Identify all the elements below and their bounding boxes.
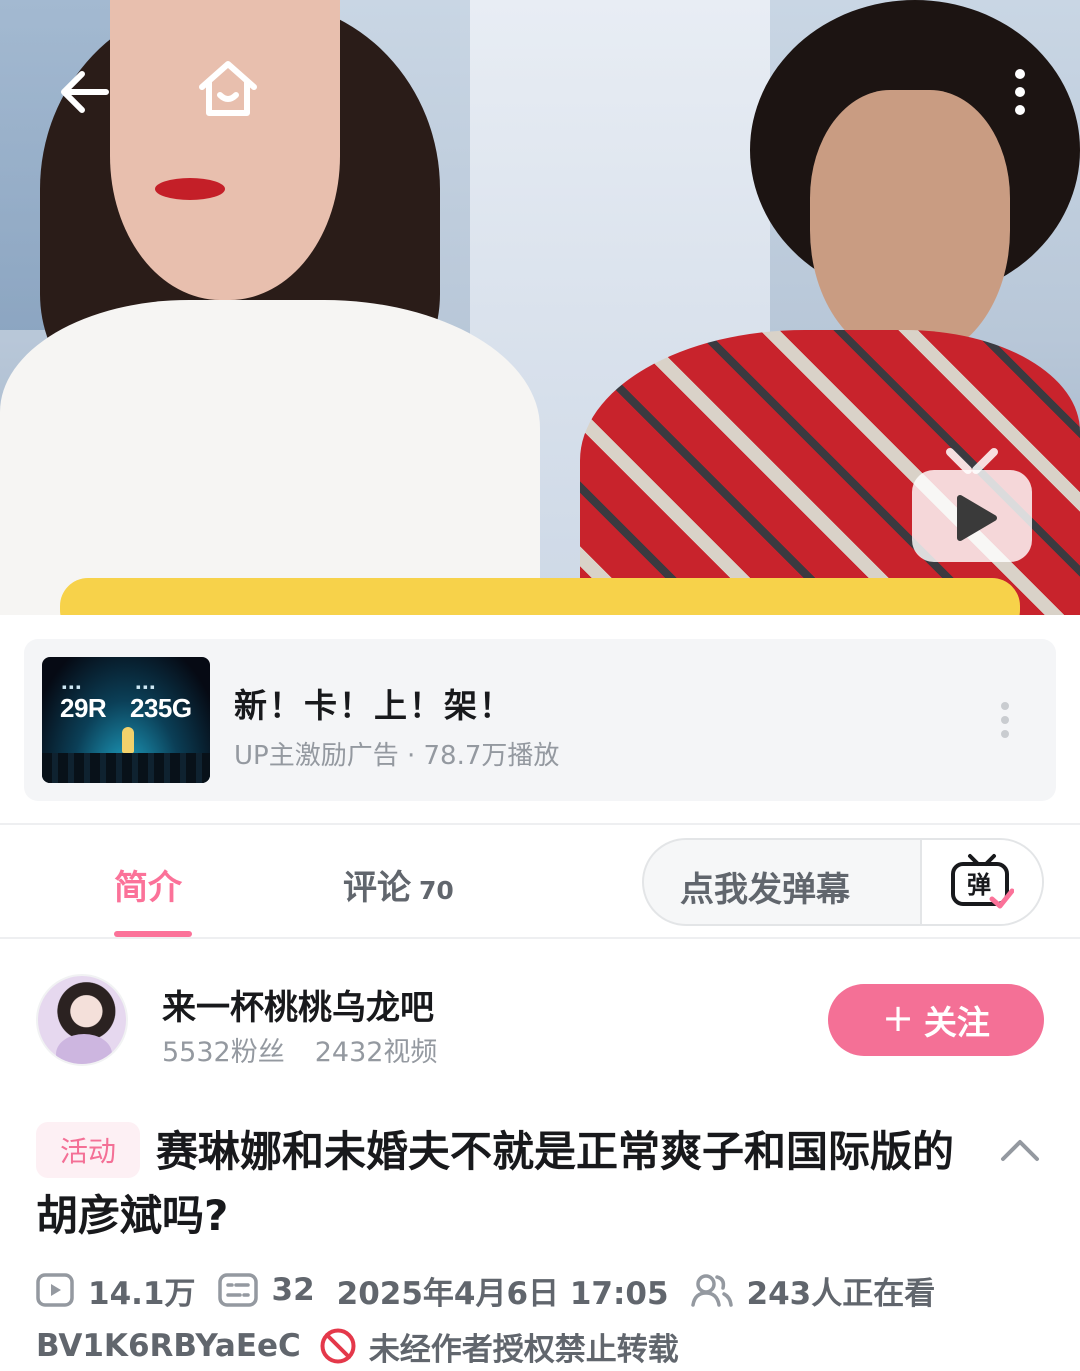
video-bvid[interactable]: BV1K6RBYaEeC xyxy=(36,1328,301,1364)
danmaku-toggle-glyph: 弹 xyxy=(967,871,991,899)
video-frame-person-left-face xyxy=(110,0,340,300)
ad-more-icon[interactable] xyxy=(992,699,1018,741)
tab-comments-count: 70 xyxy=(419,876,454,905)
ad-thumbnail: ▪ ▪ ▪ ▪ ▪ ▪ 29R 235G xyxy=(42,657,210,783)
video-frame-caption-bar xyxy=(60,578,1020,615)
uploader-avatar-figure xyxy=(56,1034,112,1064)
play-badge-icon[interactable] xyxy=(910,448,1034,564)
plus-icon: + xyxy=(882,996,914,1040)
video-id-row: BV1K6RBYaEeC 未经作者授权禁止转载 xyxy=(36,1324,679,1368)
follow-button[interactable]: + 关注 xyxy=(828,984,1044,1056)
view-count: 14.1万 xyxy=(36,1268,196,1313)
uploader-fans: 5532粉丝 xyxy=(162,1037,285,1068)
watching-count: 243人正在看 xyxy=(690,1268,936,1313)
publish-date-value: 2025年4月6日 17:05 xyxy=(336,1275,669,1312)
ad-title: 新！卡！上！架！ xyxy=(234,686,514,725)
video-title: 赛琳娜和未婚夫不就是正常爽子和国际版的胡彦斌吗? xyxy=(36,1127,955,1240)
ad-thumbnail-caption: ▪ ▪ ▪ xyxy=(62,683,81,691)
viewers-icon xyxy=(690,1274,733,1307)
danmaku-input-placeholder: 点我发弹幕 xyxy=(680,870,850,910)
uploader-stats: 5532粉丝 2432视频 xyxy=(162,1030,437,1069)
tab-intro[interactable]: 简介 xyxy=(114,860,182,908)
danmaku-count-value: 32 xyxy=(271,1272,315,1308)
uploader-avatar[interactable] xyxy=(36,974,128,1066)
home-icon[interactable] xyxy=(195,56,261,122)
play-count-icon xyxy=(36,1273,74,1307)
divider xyxy=(0,823,1080,825)
repost-notice-text: 未经作者授权禁止转载 xyxy=(368,1331,679,1368)
repost-notice: 未经作者授权禁止转载 xyxy=(319,1324,679,1369)
prohibited-icon xyxy=(320,1328,356,1364)
video-player[interactable] xyxy=(0,0,1080,615)
ad-thumbnail-figure xyxy=(122,727,134,753)
ad-thumbnail-stage xyxy=(42,753,210,783)
tab-comments[interactable]: 评论 70 xyxy=(343,860,454,908)
activity-tag[interactable]: 活动 xyxy=(36,1122,140,1178)
publish-date: 2025年4月6日 17:05 xyxy=(337,1268,669,1313)
video-frame-person-left-shirt xyxy=(0,300,540,615)
back-arrow-icon[interactable] xyxy=(52,60,116,124)
danmaku-count-icon xyxy=(217,1273,258,1307)
follow-button-label: 关注 xyxy=(923,1003,990,1042)
watching-count-value: 243人正在看 xyxy=(746,1275,936,1312)
uploader-name[interactable]: 来一杯桃桃乌龙吧 xyxy=(162,980,434,1029)
video-frame-person-right-face xyxy=(810,90,1010,360)
danmaku-count: 32 xyxy=(217,1272,315,1308)
danmaku-toggle-icon[interactable]: 弹 xyxy=(920,840,1042,924)
view-count-value: 14.1万 xyxy=(88,1275,196,1312)
divider xyxy=(0,937,1080,939)
ad-thumbnail-caption: ▪ ▪ ▪ xyxy=(136,683,155,691)
danmaku-input[interactable]: 点我发弹幕 弹 xyxy=(642,838,1044,926)
ad-card[interactable]: ▪ ▪ ▪ ▪ ▪ ▪ 29R 235G 新！卡！上！架！ UP主激励广告 · … xyxy=(24,639,1056,801)
tab-intro-label: 简介 xyxy=(114,868,182,908)
more-vertical-icon[interactable] xyxy=(994,60,1046,124)
ad-thumbnail-stat: 29R xyxy=(60,693,107,723)
ad-thumbnail-stat: 235G xyxy=(130,693,192,723)
tab-comments-label: 评论 xyxy=(343,868,411,908)
chevron-up-icon[interactable] xyxy=(996,1130,1044,1170)
uploader-videos: 2432视频 xyxy=(314,1037,438,1068)
video-frame-person-left-lips xyxy=(155,178,225,200)
ad-meta: UP主激励广告 · 78.7万播放 xyxy=(234,741,560,771)
video-stats-row: 14.1万 32 2025年4月6日 17:05 243人正在看 xyxy=(36,1268,957,1312)
